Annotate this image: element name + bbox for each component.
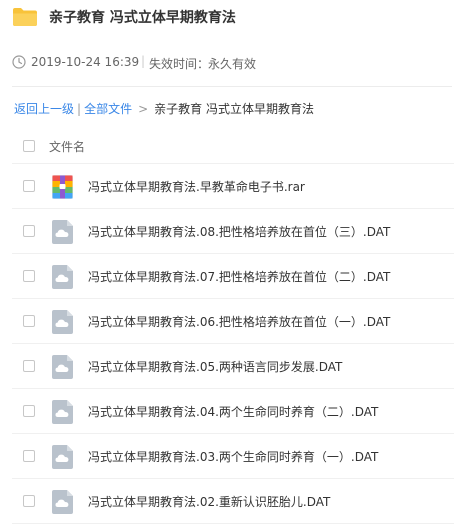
meta-separator: | [141, 54, 146, 68]
row-checkbox[interactable] [23, 180, 35, 192]
rar-archive-icon [52, 175, 73, 199]
select-all-checkbox[interactable] [23, 140, 35, 152]
expire-value: 永久有效 [208, 57, 257, 71]
cloud-file-icon [52, 445, 73, 469]
page-title: 亲子教育 冯式立体早期教育法 [49, 10, 236, 26]
breadcrumb-current: 亲子教育 冯式立体早期教育法 [154, 102, 314, 116]
column-header-filename[interactable]: 文件名 [49, 138, 85, 155]
file-list: 冯式立体早期教育法.早教革命电子书.rar 冯式立体早期教育法.08.把性格培养… [0, 164, 454, 524]
table-row[interactable]: 冯式立体早期教育法.08.把性格培养放在首位（三）.DAT [0, 209, 454, 254]
row-checkbox[interactable] [23, 270, 35, 282]
file-name[interactable]: 冯式立体早期教育法.02.重新认识胚胎儿.DAT [88, 493, 330, 510]
row-checkbox[interactable] [23, 450, 35, 462]
folder-icon [13, 8, 37, 26]
table-row[interactable]: 冯式立体早期教育法.06.把性格培养放在首位（一）.DAT [0, 299, 454, 344]
file-name[interactable]: 冯式立体早期教育法.06.把性格培养放在首位（一）.DAT [88, 313, 390, 330]
table-row[interactable]: 冯式立体早期教育法.04.两个生命同时养育（二）.DAT [0, 389, 454, 434]
table-row[interactable]: 冯式立体早期教育法.02.重新认识胚胎儿.DAT [0, 479, 454, 524]
all-files-link[interactable]: 全部文件 [84, 102, 132, 116]
cloud-file-icon [52, 310, 73, 334]
cloud-file-icon [52, 355, 73, 379]
breadcrumb-arrow: > [138, 102, 149, 116]
back-link[interactable]: 返回上一级 [14, 102, 74, 116]
table-row[interactable]: 冯式立体早期教育法.早教革命电子书.rar [0, 164, 454, 209]
file-name[interactable]: 冯式立体早期教育法.05.两种语言同步发展.DAT [88, 358, 342, 375]
cloud-file-icon [52, 265, 73, 289]
expire-label: 失效时间： [149, 57, 210, 71]
table-row[interactable]: 冯式立体早期教育法.07.把性格培养放在首位（二）.DAT [0, 254, 454, 299]
row-checkbox[interactable] [23, 315, 35, 327]
share-header: 亲子教育 冯式立体早期教育法 [0, 0, 454, 36]
file-list-header: 文件名 [0, 128, 454, 164]
file-name[interactable]: 冯式立体早期教育法.早教革命电子书.rar [88, 178, 305, 195]
row-checkbox[interactable] [23, 405, 35, 417]
file-name[interactable]: 冯式立体早期教育法.08.把性格培养放在首位（三）.DAT [88, 223, 390, 240]
cloud-file-icon [52, 400, 73, 424]
share-meta: 2019-10-24 16:39 | 失效时间： 永久有效 [0, 52, 454, 74]
table-row[interactable]: 冯式立体早期教育法.05.两种语言同步发展.DAT [0, 344, 454, 389]
share-date: 2019-10-24 16:39 [31, 55, 140, 69]
breadcrumb: 返回上一级 | 全部文件 > 亲子教育 冯式立体早期教育法 [14, 100, 314, 118]
row-checkbox[interactable] [23, 495, 35, 507]
cloud-file-icon [52, 220, 73, 244]
clock-icon [12, 55, 26, 69]
file-name[interactable]: 冯式立体早期教育法.04.两个生命同时养育（二）.DAT [88, 403, 378, 420]
file-name[interactable]: 冯式立体早期教育法.03.两个生命同时养育（一）.DAT [88, 448, 378, 465]
row-checkbox[interactable] [23, 360, 35, 372]
cloud-file-icon [52, 490, 73, 514]
row-checkbox[interactable] [23, 225, 35, 237]
table-row[interactable]: 冯式立体早期教育法.03.两个生命同时养育（一）.DAT [0, 434, 454, 479]
divider [12, 86, 452, 87]
file-name[interactable]: 冯式立体早期教育法.07.把性格培养放在首位（二）.DAT [88, 268, 390, 285]
breadcrumb-separator: | [77, 102, 82, 116]
